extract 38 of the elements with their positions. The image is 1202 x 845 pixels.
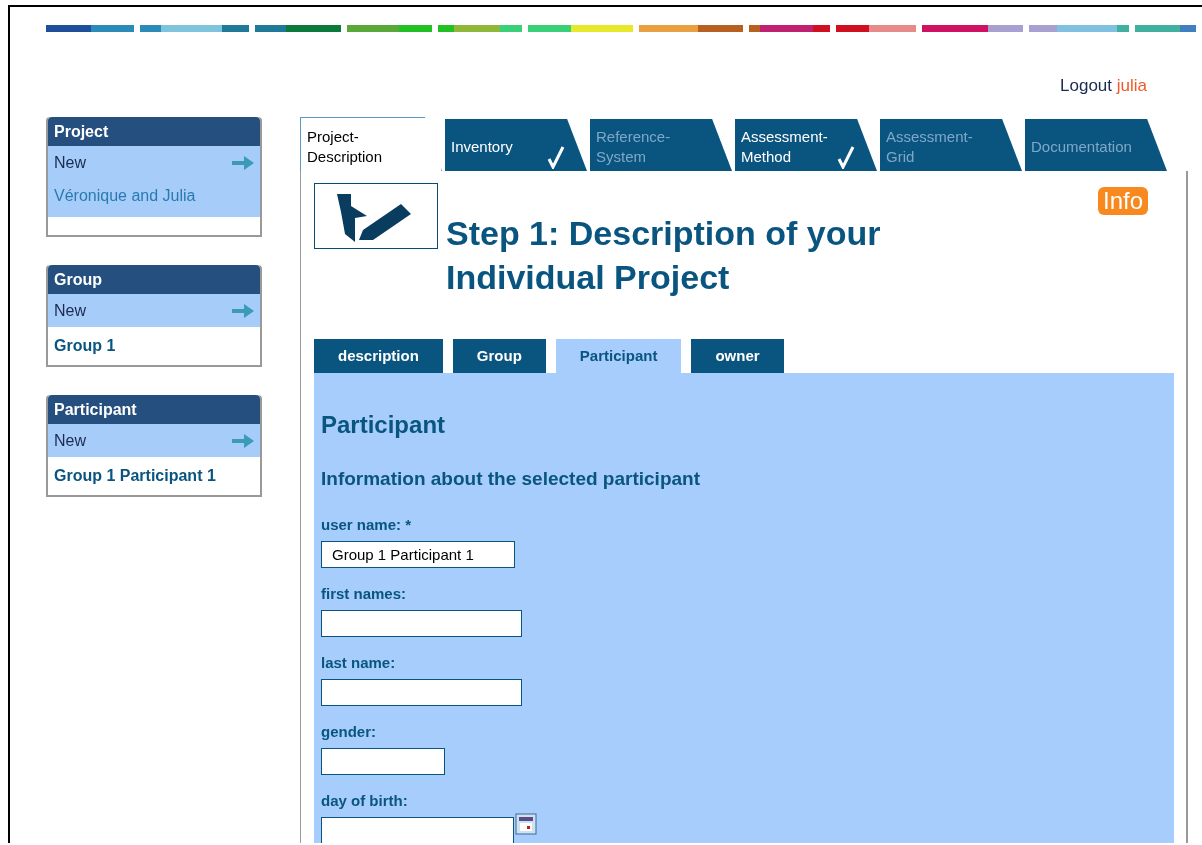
panel-title: Group: [48, 265, 260, 294]
step-tab: Assessment- Grid: [880, 119, 1022, 171]
arrow-icon: [232, 154, 254, 171]
panel-title: Project: [48, 117, 260, 146]
panel-title: Participant: [48, 395, 260, 424]
field-label: first names:: [321, 583, 408, 604]
check-icon: [547, 145, 565, 169]
step-tab[interactable]: Inventory: [445, 119, 587, 171]
user-name: julia: [1116, 76, 1147, 95]
section-tab[interactable]: Group: [452, 339, 546, 373]
calendar-icon[interactable]: [515, 812, 537, 835]
field-label: last name:: [321, 652, 397, 673]
arrow-icon: [232, 432, 254, 449]
section-tab[interactable]: Participant: [555, 339, 682, 373]
page-title: Step 1: Description of your Individual Project: [446, 213, 882, 298]
check-icon: [837, 145, 855, 169]
field-label: user name: *: [321, 514, 413, 535]
new-link[interactable]: New: [54, 150, 86, 175]
section-tab[interactable]: owner: [691, 339, 784, 373]
input-field[interactable]: [321, 747, 445, 775]
input-field[interactable]: [321, 609, 522, 637]
pen-icon: [314, 183, 438, 249]
field-label: gender:: [321, 721, 377, 742]
section-tab[interactable]: description: [314, 339, 443, 373]
section-subheading: Information about the selected participant: [321, 467, 701, 491]
new-link[interactable]: New: [54, 428, 86, 453]
step-tab[interactable]: Assessment- Method: [735, 119, 877, 171]
arrow-icon: [232, 302, 254, 319]
step-tab: Documentation: [1025, 119, 1167, 171]
input-field[interactable]: [321, 816, 514, 843]
input-field[interactable]: [321, 678, 522, 706]
step-tab[interactable]: Project- Description: [300, 117, 442, 171]
input-field[interactable]: Group 1 Participant 1: [321, 540, 515, 568]
section-heading: Participant: [321, 410, 447, 440]
field-label: day of birth:: [321, 790, 409, 811]
new-link[interactable]: New: [54, 298, 86, 323]
step-tab: Reference- System: [590, 119, 732, 171]
logout-link[interactable]: Logout: [1060, 76, 1112, 95]
